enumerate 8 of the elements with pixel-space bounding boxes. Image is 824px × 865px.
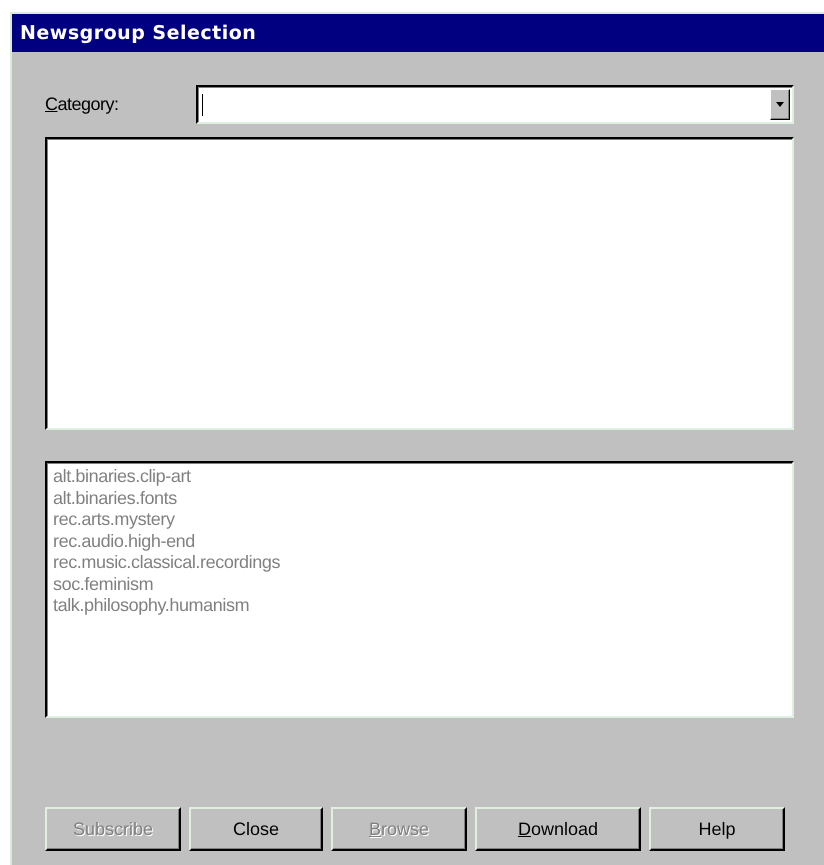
window-title: Newsgroup Selection	[12, 14, 824, 52]
category-combo-box[interactable]	[196, 85, 794, 124]
dialog-button[interactable]: Download	[475, 807, 641, 851]
category-label: Category:	[45, 94, 120, 115]
dialog-button[interactable]: Help	[649, 807, 785, 851]
dropdown-arrow-icon	[776, 102, 784, 107]
dropdown-button[interactable]	[770, 89, 790, 120]
dialog-button[interactable]: Close	[189, 807, 323, 851]
